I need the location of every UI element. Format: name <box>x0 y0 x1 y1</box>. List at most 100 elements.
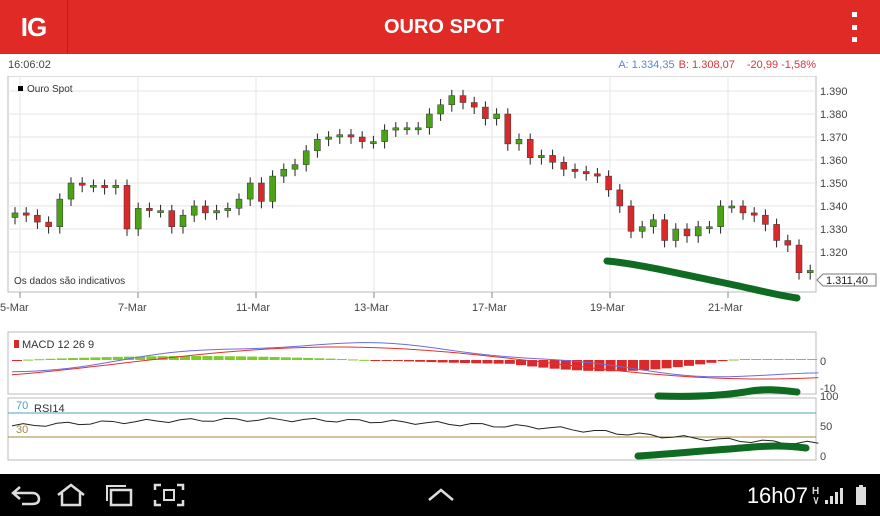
histogram-bar <box>437 360 448 363</box>
price-change: -20,99 -1,58% <box>746 59 816 71</box>
date-tick: 5-Mar <box>0 302 29 314</box>
candle-body <box>571 168 579 172</box>
candle-body <box>538 155 545 158</box>
histogram-bar <box>247 356 258 360</box>
candle-body <box>493 113 500 119</box>
histogram-bar <box>639 360 650 371</box>
price-tick: 1.370 <box>820 132 848 144</box>
histogram-bar <box>493 360 504 364</box>
histogram-bar <box>583 360 594 371</box>
candle-body <box>515 139 523 145</box>
candle-body <box>773 224 780 241</box>
chevron-up-icon[interactable] <box>424 482 458 508</box>
histogram-bar <box>538 360 549 368</box>
candle-body <box>784 240 792 246</box>
candle-body <box>45 221 52 227</box>
histogram-bar <box>101 357 112 360</box>
system-navbar: 16h07 H <box>0 474 880 516</box>
candle-body <box>728 205 736 209</box>
histogram-bar <box>34 359 45 361</box>
price-tick: 1.350 <box>820 178 848 190</box>
macd-tick: 0 <box>820 356 826 368</box>
histogram-bar <box>325 358 336 360</box>
candle-body <box>22 212 30 216</box>
price-tick: 1.330 <box>820 224 848 236</box>
candle-body <box>235 198 243 209</box>
candle-body <box>246 182 254 200</box>
date-tick: 7-Mar <box>118 302 147 314</box>
chart-area[interactable]: Ouro Spot Os dados são indicativos 1.390… <box>0 75 880 474</box>
date-tick: 21-Mar <box>708 302 743 314</box>
current-price: 1.311,40 <box>826 275 868 287</box>
histogram-bar <box>415 360 426 362</box>
candle-body <box>190 205 198 216</box>
histogram-bar <box>202 356 213 360</box>
candle-body <box>795 244 803 273</box>
candle-body <box>504 113 512 145</box>
candle-body <box>302 150 310 165</box>
histogram-bar <box>348 359 358 361</box>
legend-swatch <box>18 86 23 91</box>
histogram-bar <box>695 360 706 365</box>
price-tick: 1.320 <box>820 247 848 259</box>
quote-time: 16:06:02 <box>8 59 51 71</box>
candle-body <box>34 214 41 223</box>
histogram-bar <box>482 360 493 364</box>
date-axis: 5-Mar 7-Mar 11-Mar 13-Mar 17-Mar 19-Mar … <box>0 302 743 314</box>
histogram-bar <box>280 357 291 360</box>
candle-body <box>370 141 377 144</box>
candle-body <box>661 219 668 241</box>
data-note: Os dados são indicativos <box>14 276 125 287</box>
candle-body <box>90 185 97 188</box>
histogram-bar <box>706 360 717 363</box>
candle-body <box>134 208 142 230</box>
histogram-bar <box>45 358 56 360</box>
candle-body <box>616 189 624 207</box>
bid-price: B: 1.308,07 <box>678 59 735 71</box>
histogram-bar <box>258 356 269 360</box>
histogram-bar <box>784 359 795 360</box>
candle-body <box>314 139 321 152</box>
app-window: IG OURO SPOT 16:06:02 A: 1.334,35 B: 1.3… <box>0 0 880 516</box>
candle-body <box>123 185 131 230</box>
ask-price: A: 1.334,35 <box>618 59 675 71</box>
candle-body <box>706 226 713 229</box>
histogram-bar <box>650 360 661 370</box>
system-clock: 16h07 <box>746 483 808 508</box>
rsi-tick: 100 <box>820 391 838 403</box>
overflow-menu-icon[interactable] <box>846 12 862 42</box>
histogram-bar <box>56 358 67 360</box>
rsi-30-label: 30 <box>16 424 28 436</box>
home-icon[interactable] <box>54 482 88 508</box>
histogram-bar <box>359 359 370 361</box>
candle-body <box>650 219 657 227</box>
chart-svg[interactable]: Ouro Spot Os dados são indicativos 1.390… <box>0 75 880 474</box>
histogram-bar <box>303 357 314 360</box>
candle-body <box>11 212 19 218</box>
price-tick: 1.360 <box>820 155 848 167</box>
candle-body <box>258 182 265 202</box>
histogram-bar <box>224 356 235 360</box>
histogram-bar <box>717 360 728 362</box>
logo-text: IG <box>20 11 47 42</box>
candle-body <box>213 210 220 214</box>
back-icon[interactable] <box>8 482 42 508</box>
price-tick: 1.380 <box>820 109 848 121</box>
histogram-bar <box>392 360 403 362</box>
ig-logo[interactable]: IG <box>0 0 68 54</box>
recent-apps-icon[interactable] <box>102 482 136 508</box>
price-panel <box>7 75 817 293</box>
candle-body <box>694 226 702 237</box>
price-tick: 1.340 <box>820 201 848 213</box>
candle-body <box>269 175 276 202</box>
candle-body <box>582 171 590 175</box>
candle-body <box>146 208 153 211</box>
legend-label: Ouro Spot <box>27 84 73 95</box>
screenshot-icon[interactable] <box>152 482 186 508</box>
date-tick: 19-Mar <box>590 302 625 314</box>
candle-body <box>358 136 366 142</box>
candle-body <box>672 228 680 241</box>
candle-body <box>157 210 164 213</box>
histogram-bar <box>684 360 694 366</box>
histogram-bar <box>661 360 672 369</box>
